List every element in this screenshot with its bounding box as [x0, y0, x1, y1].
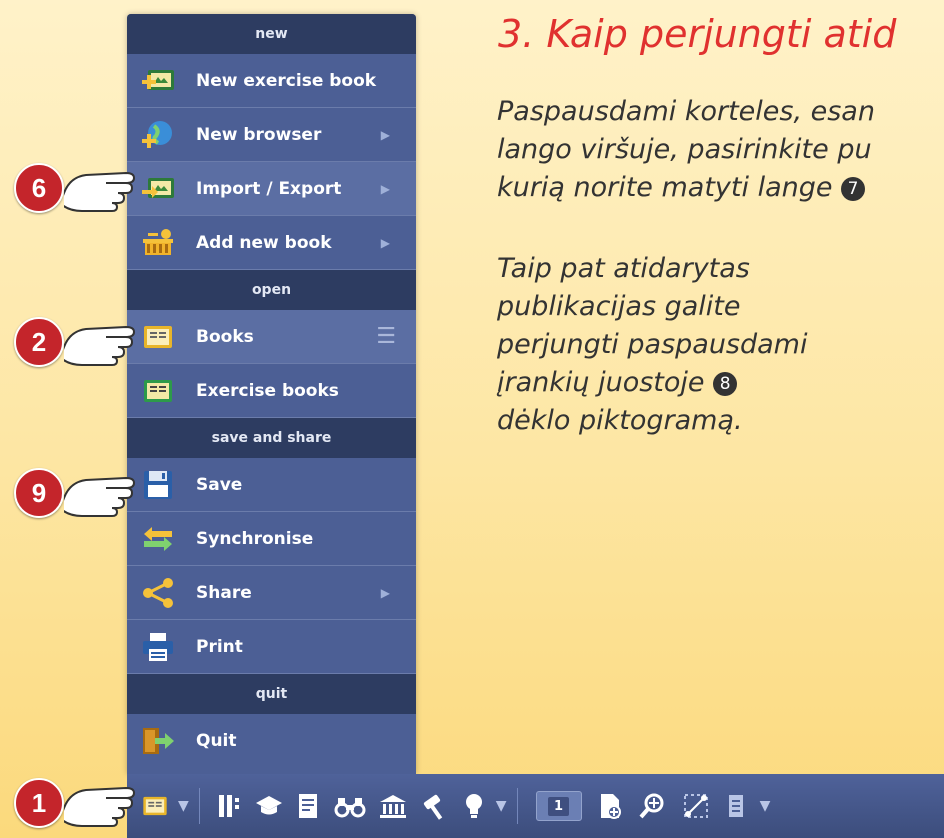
- callout-9: 9: [14, 468, 148, 518]
- text-line: perjungti paspausdami: [497, 329, 808, 360]
- submenu-arrow-icon: ▶: [380, 585, 390, 600]
- menu-item-new-exercise-book[interactable]: New exercise book: [127, 54, 416, 108]
- menu-item-label: New browser: [196, 124, 322, 145]
- section-header-save-share: save and share: [127, 418, 416, 458]
- text-line: Taip pat atidarytas: [497, 253, 750, 284]
- notes-document-icon[interactable]: [296, 786, 322, 826]
- menu-item-label: Exercise books: [196, 380, 339, 401]
- chevron-down-icon[interactable]: ▼: [760, 786, 771, 826]
- callout-6: 6: [14, 163, 148, 213]
- menu-item-label: Books: [196, 326, 254, 347]
- toolbar-divider: [516, 788, 518, 824]
- text-line: Paspausdami korteles, esan: [497, 96, 875, 127]
- graduation-cap-icon[interactable]: [254, 786, 284, 826]
- add-page-icon[interactable]: [598, 786, 622, 826]
- section-header-open: open: [127, 270, 416, 310]
- hammer-icon[interactable]: [420, 786, 450, 826]
- menu-item-share[interactable]: Share ▶: [127, 566, 416, 620]
- menu-item-books[interactable]: Books ☰: [127, 310, 416, 364]
- page-title: 3. Kaip perjungti atid: [498, 12, 897, 56]
- chevron-down-icon[interactable]: ▼: [496, 786, 507, 826]
- callout-number: 9: [14, 468, 64, 518]
- add-book-basket-icon: [140, 228, 176, 258]
- pointing-hand-icon: [64, 325, 136, 366]
- menu-item-quit[interactable]: Quit: [127, 714, 416, 767]
- menu-item-save[interactable]: Save: [127, 458, 416, 512]
- menu-item-label: Save: [196, 474, 243, 495]
- page-number-field[interactable]: 1: [535, 791, 582, 821]
- callout-2: 2: [14, 317, 148, 367]
- bottom-toolbar: ▼ ▼ 1 ▼: [127, 774, 944, 838]
- callout-number: 6: [14, 163, 64, 213]
- binoculars-icon[interactable]: [334, 786, 366, 826]
- page-number-value: 1: [548, 796, 570, 816]
- menu-item-label: Import / Export: [196, 178, 342, 199]
- submenu-arrow-icon: ▶: [380, 235, 390, 250]
- pointing-hand-icon: [64, 476, 136, 517]
- menu-item-add-new-book[interactable]: Add new book ▶: [127, 216, 416, 270]
- text-line: dėklo piktogramą.: [497, 405, 743, 436]
- sync-arrows-icon: [140, 524, 176, 554]
- page-list-icon[interactable]: [726, 786, 746, 826]
- instruction-paragraph-1: Paspausdami korteles, esan lango viršuje…: [497, 93, 875, 207]
- exercise-book-icon: [140, 376, 176, 406]
- menu-item-label: Print: [196, 636, 243, 657]
- section-header-new: new: [127, 14, 416, 54]
- chevron-down-icon[interactable]: ▼: [178, 786, 189, 826]
- menu-item-import-export[interactable]: Import / Export ▶: [127, 162, 416, 216]
- table-of-contents-icon[interactable]: [216, 786, 242, 826]
- main-menu: new New exercise book New browser ▶ Impo…: [127, 14, 416, 774]
- new-exercise-book-icon: [140, 66, 176, 96]
- pointing-hand-icon: [64, 786, 136, 827]
- museum-icon[interactable]: [378, 786, 408, 826]
- text-fragment: įrankių juostoje: [497, 367, 705, 398]
- menu-item-label: Share: [196, 582, 252, 603]
- menu-item-exercise-books[interactable]: Exercise books: [127, 364, 416, 418]
- lightbulb-icon[interactable]: [462, 786, 486, 826]
- numbered-marker: 7: [841, 176, 866, 201]
- text-line: lango viršuje, pasirinkite pu: [497, 134, 872, 165]
- hamburger-icon[interactable]: ☰: [376, 324, 396, 349]
- text-line: kurią norite matyti lange 7: [497, 169, 875, 207]
- share-icon: [140, 577, 176, 608]
- numbered-marker: 8: [713, 371, 738, 396]
- submenu-arrow-icon: ▶: [380, 127, 390, 142]
- menu-item-print[interactable]: Print: [127, 620, 416, 674]
- zoom-in-icon[interactable]: [638, 786, 666, 826]
- menu-item-new-browser[interactable]: New browser ▶: [127, 108, 416, 162]
- toolbar-divider: [198, 788, 200, 824]
- text-line: publikacijas galite: [497, 291, 741, 322]
- exit-door-icon: [140, 726, 176, 756]
- pointing-hand-icon: [64, 171, 136, 212]
- globe-icon: [140, 120, 176, 150]
- callout-1: 1: [14, 778, 148, 828]
- menu-item-synchronise[interactable]: Synchronise: [127, 512, 416, 566]
- section-header-quit: quit: [127, 674, 416, 714]
- callout-number: 2: [14, 317, 64, 367]
- printer-icon: [140, 632, 176, 662]
- menu-item-label: Quit: [196, 730, 237, 751]
- menu-item-label: New exercise book: [196, 70, 377, 91]
- menu-item-label: Add new book: [196, 232, 332, 253]
- text-fragment: kurią norite matyti lange: [497, 172, 833, 203]
- selection-tool-icon[interactable]: [682, 786, 710, 826]
- submenu-arrow-icon: ▶: [380, 181, 390, 196]
- menu-item-label: Synchronise: [196, 528, 314, 549]
- text-line: įrankių juostoje 8: [497, 364, 808, 402]
- instruction-paragraph-2: Taip pat atidarytas publikacijas galite …: [497, 250, 808, 440]
- callout-number: 1: [14, 778, 64, 828]
